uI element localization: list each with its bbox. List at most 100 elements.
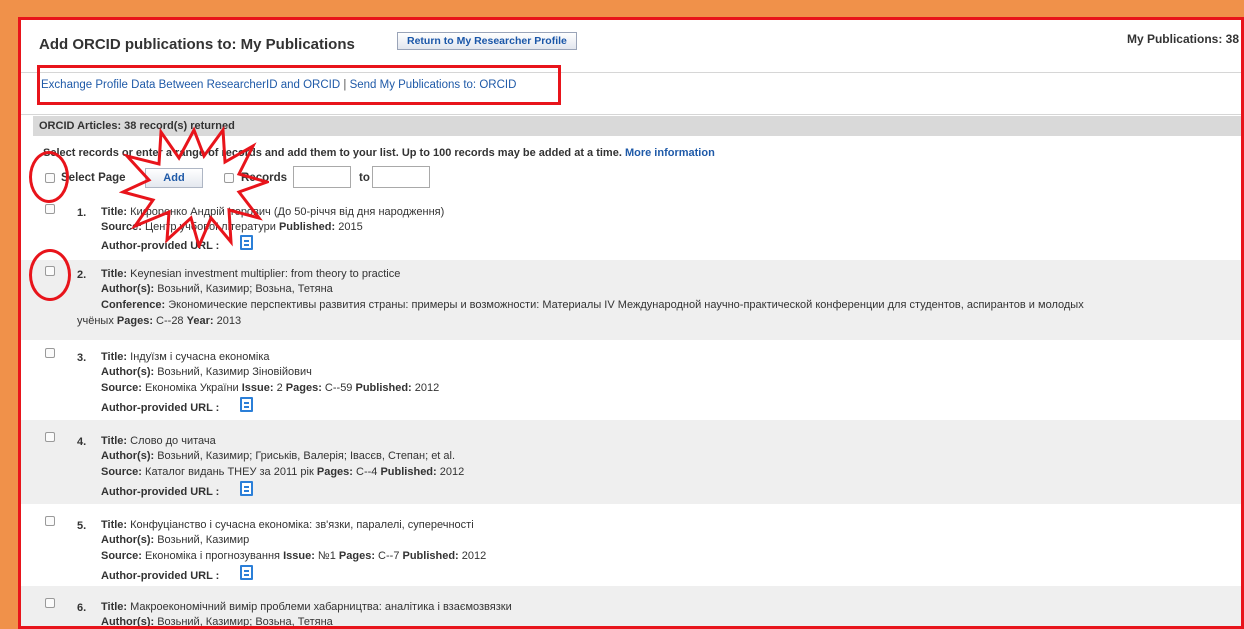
- year-value: 2013: [216, 315, 242, 327]
- conference-label: Conference:: [101, 299, 166, 311]
- record-checkbox[interactable]: [45, 516, 55, 526]
- record-title: Title: Конфуціанство і сучасна економіка…: [101, 519, 474, 531]
- document-icon[interactable]: [240, 481, 253, 496]
- authors-value: Возьний, Казимир; Гриськів, Валерія; Іва…: [157, 450, 456, 462]
- record-authors: Author(s): Возьний, Казимир; Возьна, Тет…: [101, 283, 333, 295]
- title-value: Конфуціанство і сучасна економіка: зв'яз…: [130, 519, 474, 531]
- record-source: Source: Економіка і прогнозування Issue:…: [101, 550, 486, 562]
- return-to-profile-button[interactable]: Return to My Researcher Profile: [397, 32, 577, 50]
- authors-value: Возьний, Казимир: [157, 534, 250, 546]
- title-label: Title:: [101, 268, 128, 280]
- checkbox-highlight-circle: [29, 151, 69, 203]
- title-value: Keynesian investment multiplier: from th…: [130, 268, 401, 280]
- published-value: 2015: [338, 221, 363, 233]
- issue-label: Issue:: [283, 550, 315, 562]
- conference-value: Экономические перспективы развития стран…: [168, 299, 1084, 311]
- source-label: Source:: [101, 466, 142, 478]
- record-authors: Author(s): Возьний, Казимир Зіновійович: [101, 366, 312, 378]
- issue-value: 2: [276, 382, 283, 394]
- record-row: 2. Title: Keynesian investment multiplie…: [21, 260, 1241, 340]
- record-authors: Author(s): Возьний, Казимир: [101, 534, 249, 546]
- source-value: Економіка України: [145, 382, 239, 394]
- title-label: Title:: [101, 601, 128, 613]
- pages-value: C--7: [378, 550, 400, 562]
- range-from-input[interactable]: [293, 166, 351, 188]
- published-label: Published:: [402, 550, 459, 562]
- record-conference: Conference: Экономические перспективы ра…: [101, 299, 1084, 311]
- issue-label: Issue:: [241, 382, 274, 394]
- pages-value: C--28: [156, 315, 184, 327]
- authors-label: Author(s):: [101, 366, 155, 378]
- title-label: Title:: [101, 519, 128, 531]
- more-information-link[interactable]: More information: [625, 147, 715, 159]
- authors-value: Возьний, Казимир; Возьна, Тетяна: [157, 616, 333, 628]
- record-number: 5.: [77, 520, 87, 532]
- record-row: 3. Title: Індуїзм і сучасна економіка Au…: [21, 340, 1241, 420]
- record-row: 4. Title: Слово до читача Author(s): Воз…: [21, 420, 1241, 504]
- pages-value: C--4: [356, 466, 378, 478]
- title-value: Слово до читача: [130, 435, 216, 447]
- published-value: 2012: [414, 382, 440, 394]
- pages-label: Pages:: [285, 382, 322, 394]
- document-icon[interactable]: [240, 397, 253, 412]
- checkbox-highlight-circle: [29, 249, 71, 301]
- url-label: Author-provided URL :: [101, 486, 220, 498]
- title-label: Title:: [101, 351, 128, 363]
- pages-label: Pages:: [316, 466, 353, 478]
- record-title: Title: Keynesian investment multiplier: …: [101, 268, 400, 280]
- pages-value: C--59: [324, 382, 353, 394]
- published-value: 2012: [461, 550, 487, 562]
- record-checkbox[interactable]: [45, 598, 55, 608]
- record-title: Title: Слово до читача: [101, 435, 216, 447]
- document-icon[interactable]: [240, 565, 253, 580]
- url-label: Author-provided URL :: [101, 402, 220, 414]
- range-to-label: to: [359, 172, 370, 184]
- links-highlight-box: [37, 65, 561, 105]
- source-value: Каталог видань ТНЕУ за 2011 рік: [145, 466, 314, 478]
- record-title: Title: Макроекономічний вимір проблеми х…: [101, 601, 512, 613]
- record-number: 3.: [77, 352, 87, 364]
- starburst-highlight: [119, 125, 269, 248]
- record-number: 2.: [77, 269, 87, 281]
- source-value: Економіка і прогнозування: [145, 550, 280, 562]
- year-label: Year:: [186, 315, 214, 327]
- authors-value: Возьний, Казимир; Возьна, Тетяна: [157, 283, 333, 295]
- published-value: 2012: [439, 466, 465, 478]
- publications-panel: Add ORCID publications to: My Publicatio…: [18, 17, 1244, 629]
- authors-label: Author(s):: [101, 450, 155, 462]
- authors-label: Author(s):: [101, 534, 155, 546]
- range-to-input[interactable]: [372, 166, 430, 188]
- record-source: Source: Економіка України Issue: 2 Pages…: [101, 382, 439, 394]
- pages-label: Pages:: [338, 550, 375, 562]
- record-row: 6. Title: Макроекономічний вимір проблем…: [21, 586, 1241, 628]
- title-value: Індуїзм і сучасна економіка: [130, 351, 270, 363]
- title-value: Макроекономічний вимір проблеми хабарниц…: [130, 601, 512, 613]
- record-number: 1.: [77, 207, 87, 219]
- authors-label: Author(s):: [101, 283, 155, 295]
- record-checkbox[interactable]: [45, 348, 55, 358]
- page-title: Add ORCID publications to: My Publicatio…: [39, 36, 355, 53]
- record-checkbox[interactable]: [45, 432, 55, 442]
- record-row: 5. Title: Конфуціанство і сучасна економ…: [21, 504, 1241, 586]
- author-url: Author-provided URL :: [101, 486, 219, 498]
- record-title: Title: Індуїзм і сучасна економіка: [101, 351, 270, 363]
- record-authors: Author(s): Возьний, Казимир; Возьна, Тет…: [101, 616, 333, 628]
- record-authors: Author(s): Возьний, Казимир; Гриськів, В…: [101, 450, 455, 462]
- my-publications-count: My Publications: 38: [1126, 32, 1239, 46]
- author-url: Author-provided URL :: [101, 402, 219, 414]
- record-source: Source: Каталог видань ТНЕУ за 2011 рік …: [101, 466, 464, 478]
- select-page-label: Select Page: [61, 172, 126, 184]
- published-label: Published:: [355, 382, 412, 394]
- title-label: Title:: [101, 435, 128, 447]
- published-label: Published:: [380, 466, 437, 478]
- url-label: Author-provided URL :: [101, 570, 220, 582]
- starburst-outline: [119, 125, 269, 248]
- record-checkbox[interactable]: [45, 204, 55, 214]
- record-number: 4.: [77, 436, 87, 448]
- record-conference-cont: учёных Pages: C--28 Year: 2013: [77, 315, 241, 327]
- published-label: Published:: [278, 221, 336, 233]
- authors-value: Возьний, Казимир Зіновійович: [157, 366, 312, 378]
- record-number: 6.: [77, 602, 87, 614]
- source-label: Source:: [101, 550, 142, 562]
- issue-value: №1: [317, 550, 336, 562]
